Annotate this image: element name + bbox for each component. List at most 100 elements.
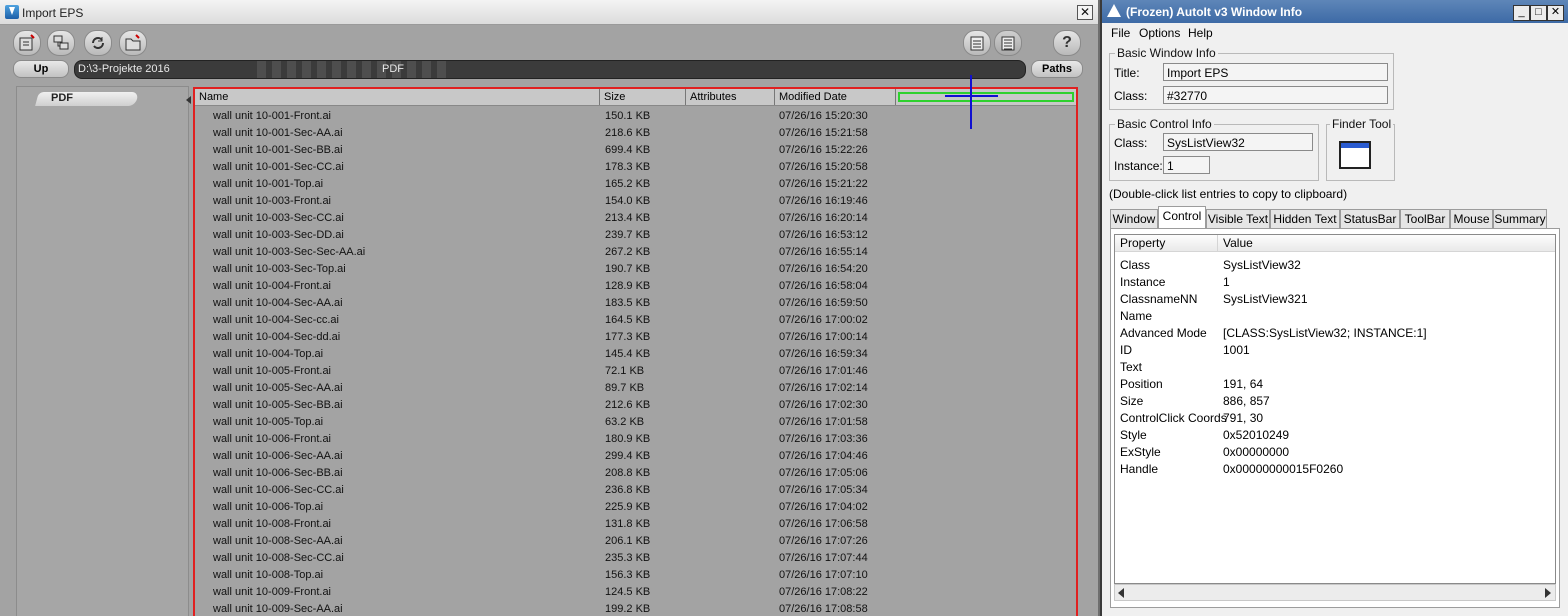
- file-row[interactable]: wall unit 10-005-Sec-BB.ai 212.6 KB 07/26/…: [195, 397, 1076, 414]
- column-size[interactable]: Size: [600, 89, 686, 105]
- file-list[interactable]: Name Size Attributes Modified Date wall …: [193, 87, 1078, 616]
- file-row[interactable]: wall unit 10-001-Sec-BB.ai 699.4 KB 07/26/…: [195, 142, 1076, 159]
- file-row[interactable]: wall unit 10-001-Sec-CC.ai 178.3 KB 07/26/…: [195, 159, 1076, 176]
- file-row[interactable]: wall unit 10-006-Front.ai 180.9 KB 07/26/1…: [195, 431, 1076, 448]
- file-row[interactable]: wall unit 10-008-Sec-AA.ai 206.1 KB 07/26/…: [195, 533, 1076, 550]
- file-row[interactable]: wall unit 10-008-Front.ai 131.8 KB 07/26/1…: [195, 516, 1076, 533]
- title-field[interactable]: Import EPS: [1163, 63, 1388, 81]
- file-row[interactable]: wall unit 10-003-Sec-CC.ai 213.4 KB 07/26/…: [195, 210, 1076, 227]
- file-row[interactable]: wall unit 10-003-Sec-Top.ai 190.7 KB 07/26…: [195, 261, 1076, 278]
- property-row[interactable]: ExStyle 0x00000000: [1115, 444, 1555, 461]
- file-row[interactable]: wall unit 10-006-Top.ai 225.9 KB 07/26/16 …: [195, 499, 1076, 516]
- file-name: wall unit 10-009-Sec-AA.ai: [213, 603, 343, 615]
- file-name: wall unit 10-006-Sec-AA.ai: [213, 450, 343, 462]
- close-icon[interactable]: ✕: [1077, 5, 1093, 20]
- tab-statusbar[interactable]: StatusBar: [1340, 209, 1400, 228]
- menu-help[interactable]: Help: [1188, 26, 1213, 40]
- column-property[interactable]: Property: [1115, 235, 1218, 251]
- file-row[interactable]: wall unit 10-008-Top.ai 156.3 KB 07/26/16 …: [195, 567, 1076, 584]
- property-name: Instance: [1120, 275, 1166, 289]
- file-row[interactable]: wall unit 10-004-Sec-dd.ai 177.3 KB 07/26/…: [195, 329, 1076, 346]
- instance-field[interactable]: 1: [1163, 156, 1210, 174]
- file-modified-date: 07/26/16 16:19:46: [779, 195, 868, 207]
- column-value[interactable]: Value: [1218, 235, 1555, 251]
- property-row[interactable]: Size 886, 857: [1115, 393, 1555, 410]
- refresh-icon[interactable]: [84, 30, 112, 56]
- tab-summary[interactable]: Summary: [1493, 209, 1547, 228]
- file-row[interactable]: wall unit 10-001-Front.ai 150.1 KB 07/26/1…: [195, 108, 1076, 125]
- file-row[interactable]: wall unit 10-004-Top.ai 145.4 KB 07/26/16 …: [195, 346, 1076, 363]
- scroll-right-icon[interactable]: [1545, 588, 1551, 598]
- tab-control[interactable]: Control: [1158, 206, 1206, 229]
- column-modified-date[interactable]: Modified Date: [775, 89, 896, 105]
- thumbnail-view-icon[interactable]: [963, 30, 991, 56]
- open-folder-icon[interactable]: [119, 30, 147, 56]
- close-icon[interactable]: ✕: [1547, 5, 1564, 21]
- tab-toolbar[interactable]: ToolBar: [1400, 209, 1450, 228]
- file-row[interactable]: wall unit 10-009-Sec-AA.ai 199.2 KB 07/26/…: [195, 601, 1076, 616]
- tab-window[interactable]: Window: [1110, 209, 1158, 228]
- file-size: 145.4 KB: [605, 348, 651, 360]
- file-row[interactable]: wall unit 10-003-Sec-DD.ai 239.7 KB 07/26/…: [195, 227, 1076, 244]
- tab-visible-text[interactable]: Visible Text: [1206, 209, 1270, 228]
- column-name[interactable]: Name: [195, 89, 600, 105]
- up-button[interactable]: Up: [13, 60, 69, 78]
- property-row[interactable]: ID 1001: [1115, 342, 1555, 359]
- file-row[interactable]: wall unit 10-005-Front.ai 72.1 KB 07/26/16…: [195, 363, 1076, 380]
- property-row[interactable]: ControlClick Coords 791, 30: [1115, 410, 1555, 427]
- file-row[interactable]: wall unit 10-003-Sec-Sec-AA.ai 267.2 KB 07…: [195, 244, 1076, 261]
- property-row[interactable]: Instance 1: [1115, 274, 1555, 291]
- splitter-arrow-icon[interactable]: [186, 96, 191, 104]
- finder-tool-icon[interactable]: [1339, 141, 1371, 169]
- tab-mouse[interactable]: Mouse: [1450, 209, 1493, 228]
- file-row[interactable]: wall unit 10-004-Sec-AA.ai 183.5 KB 07/26/…: [195, 295, 1076, 312]
- file-row[interactable]: wall unit 10-003-Front.ai 154.0 KB 07/26/1…: [195, 193, 1076, 210]
- column-attributes[interactable]: Attributes: [686, 89, 775, 105]
- menu-options[interactable]: Options: [1139, 26, 1180, 40]
- import-eps-titlebar[interactable]: Import EPS ✕: [0, 0, 1098, 25]
- property-row[interactable]: Name: [1115, 308, 1555, 325]
- file-row[interactable]: wall unit 10-005-Sec-AA.ai 89.7 KB 07/26/1…: [195, 380, 1076, 397]
- file-size: 154.0 KB: [605, 195, 651, 207]
- file-row[interactable]: wall unit 10-009-Front.ai 124.5 KB 07/26/1…: [195, 584, 1076, 601]
- paths-button[interactable]: Paths: [1031, 60, 1083, 78]
- file-row[interactable]: wall unit 10-006-Sec-BB.ai 208.8 KB 07/26/…: [195, 465, 1076, 482]
- property-row[interactable]: Position 191, 64: [1115, 376, 1555, 393]
- file-modified-date: 07/26/16 17:05:06: [779, 467, 868, 479]
- help-button[interactable]: ?: [1053, 30, 1081, 56]
- file-row[interactable]: wall unit 10-001-Sec-AA.ai 218.6 KB 07/26/…: [195, 125, 1076, 142]
- new-folder-icon[interactable]: [13, 30, 41, 56]
- class-field[interactable]: #32770: [1163, 86, 1388, 104]
- minimize-icon[interactable]: _: [1513, 5, 1530, 21]
- file-row[interactable]: wall unit 10-004-Front.ai 128.9 KB 07/26/1…: [195, 278, 1076, 295]
- list-view-icon[interactable]: [994, 30, 1022, 56]
- property-list[interactable]: Property Value Class SysListView32 Instanc…: [1114, 234, 1556, 584]
- menu-file[interactable]: File: [1111, 26, 1130, 40]
- property-row[interactable]: Text: [1115, 359, 1555, 376]
- file-list-header: Name Size Attributes Modified Date: [195, 89, 1076, 106]
- file-row[interactable]: wall unit 10-006-Sec-CC.ai 236.8 KB 07/26/…: [195, 482, 1076, 499]
- file-row[interactable]: wall unit 10-005-Top.ai 63.2 KB 07/26/16 1…: [195, 414, 1076, 431]
- property-row[interactable]: Style 0x52010249: [1115, 427, 1555, 444]
- horizontal-scrollbar[interactable]: [1114, 584, 1556, 601]
- property-row[interactable]: Advanced Mode [CLASS:SysListView32; INSTA…: [1115, 325, 1555, 342]
- property-value: 886, 857: [1223, 394, 1270, 408]
- file-row[interactable]: wall unit 10-008-Sec-CC.ai 235.3 KB 07/26/…: [195, 550, 1076, 567]
- property-row[interactable]: Handle 0x00000000015F0260: [1115, 461, 1555, 478]
- property-row[interactable]: Class SysListView32: [1115, 257, 1555, 274]
- file-modified-date: 07/26/16 15:22:26: [779, 144, 868, 156]
- tab-hidden-text[interactable]: Hidden Text: [1270, 209, 1340, 228]
- scroll-left-icon[interactable]: [1118, 588, 1124, 598]
- path-field[interactable]: D:\3-Projekte 2016 PDF: [74, 60, 1026, 79]
- network-drive-icon[interactable]: [47, 30, 75, 56]
- file-row[interactable]: wall unit 10-001-Top.ai 165.2 KB 07/26/16 …: [195, 176, 1076, 193]
- file-modified-date: 07/26/16 17:08:58: [779, 603, 868, 615]
- file-row[interactable]: wall unit 10-006-Sec-AA.ai 299.4 KB 07/26/…: [195, 448, 1076, 465]
- basic-window-info-group: Basic Window Info Title: Import EPS Clas…: [1109, 46, 1394, 110]
- folder-panel[interactable]: PDF: [16, 86, 189, 616]
- autoit-titlebar[interactable]: (Frozen) AutoIt v3 Window Info _ □ ✕: [1102, 0, 1568, 23]
- control-class-field[interactable]: SysListView32: [1163, 133, 1313, 151]
- file-row[interactable]: wall unit 10-004-Sec-cc.ai 164.5 KB 07/26/…: [195, 312, 1076, 329]
- maximize-icon[interactable]: □: [1530, 5, 1547, 21]
- property-row[interactable]: ClassnameNN SysListView321: [1115, 291, 1555, 308]
